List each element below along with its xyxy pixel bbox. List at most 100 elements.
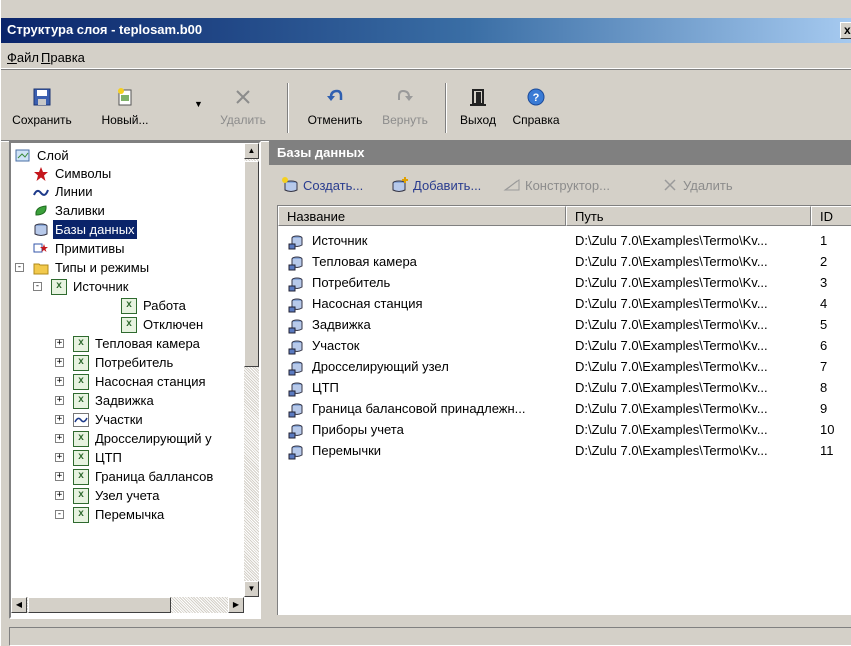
save-label: Сохранить — [12, 113, 72, 127]
database-icon — [288, 277, 303, 292]
tree-item-types-and-modes[interactable]: - Типы и режимы — [15, 258, 244, 277]
tree-item-valve[interactable]: + x Задвижка — [55, 391, 244, 410]
redo-button[interactable]: Вернуть — [373, 79, 437, 149]
delete-db-button[interactable]: Удалить — [661, 175, 741, 195]
tree-item-source[interactable]: - x Источник — [33, 277, 244, 296]
scroll-thumb[interactable] — [28, 597, 171, 613]
scroll-left-icon[interactable]: ◀ — [11, 597, 27, 613]
redo-label: Вернуть — [382, 113, 428, 127]
add-db-button[interactable]: Добавить... — [391, 175, 501, 195]
collapse-icon[interactable]: - — [55, 510, 64, 519]
cell-id: 1 — [820, 233, 828, 248]
tree-vertical-scrollbar[interactable]: ▲ ▼ — [244, 143, 259, 597]
tree-item-throttle-node[interactable]: + x Дросселирующий у — [55, 429, 244, 448]
menu-bar: Файл Правка — [1, 45, 851, 69]
expand-icon[interactable]: + — [55, 491, 64, 500]
expand-icon[interactable]: + — [55, 453, 64, 462]
cell-name: Тепловая камера — [312, 254, 417, 269]
fill-icon — [35, 205, 47, 216]
tree-item-metering-node[interactable]: + x Узел учета — [55, 486, 244, 505]
cell-name: Граница балансовой принадлежн... — [312, 401, 526, 416]
toolbar-separator — [287, 83, 289, 133]
help-button[interactable]: ? Справка — [505, 79, 567, 149]
object-type-icon: x — [73, 336, 89, 352]
databases-toolbar: Создать... Добавить... Конструктор... Уд… — [269, 170, 851, 200]
scroll-up-icon[interactable]: ▲ — [244, 143, 259, 159]
new-document-icon — [118, 88, 132, 106]
designer-button[interactable]: Конструктор... — [503, 175, 633, 195]
table-row[interactable]: Потребитель D:\Zulu 7.0\Examples\Termo\Kv… — [278, 273, 851, 293]
help-label: Справка — [512, 113, 560, 127]
undo-button[interactable]: Отменить — [299, 79, 371, 149]
table-row[interactable]: Тепловая камера D:\Zulu 7.0\Examples\Term… — [278, 252, 851, 272]
mode-icon: x — [121, 317, 137, 333]
delete-button[interactable]: Удалить — [207, 79, 279, 149]
table-row[interactable]: Задвижка D:\Zulu 7.0\Examples\Termo\Kv...… — [278, 315, 851, 335]
cell-name: Перемычки — [312, 443, 382, 458]
cell-path: D:\Zulu 7.0\Examples\Termo\Kv... — [575, 401, 768, 416]
cell-id: 8 — [820, 380, 828, 395]
expand-icon[interactable]: + — [55, 396, 64, 405]
column-header-path[interactable]: Путь — [566, 206, 811, 226]
new-dropdown-button[interactable]: ▼ — [189, 79, 207, 149]
create-database-icon — [282, 177, 298, 192]
cell-path: D:\Zulu 7.0\Examples\Termo\Kv... — [575, 317, 768, 332]
table-row[interactable]: Приборы учета D:\Zulu 7.0\Examples\Termo\… — [278, 420, 851, 440]
collapse-icon[interactable]: - — [15, 263, 24, 272]
expand-icon[interactable]: + — [55, 434, 64, 443]
tree-item-consumer[interactable]: + x Потребитель — [55, 353, 244, 372]
expand-icon[interactable]: + — [55, 472, 64, 481]
cell-name: Участок — [312, 338, 360, 353]
exit-button[interactable]: Выход — [451, 79, 505, 149]
tree-horizontal-scrollbar[interactable]: ◀ ▶ — [11, 597, 244, 613]
primitives-icon — [33, 243, 48, 253]
scroll-right-icon[interactable]: ▶ — [228, 597, 244, 613]
delete-label: Удалить — [220, 113, 266, 127]
table-row[interactable]: Дросселирующий узел D:\Zulu 7.0\Examples\… — [278, 357, 851, 377]
expand-icon[interactable]: + — [55, 358, 64, 367]
expand-icon[interactable]: + — [55, 339, 64, 348]
tree-item-ctp[interactable]: + x ЦТП — [55, 448, 244, 467]
layer-icon — [15, 149, 30, 162]
object-type-icon: x — [73, 393, 89, 409]
object-type-icon: x — [73, 488, 89, 504]
menu-file[interactable]: Файл — [7, 50, 39, 65]
close-button[interactable]: x — [840, 22, 851, 39]
layer-structure-window: Структура слоя - teplosam.b00 x Файл Пра… — [0, 0, 851, 646]
tree-item-jumper[interactable]: - x Перемычка — [55, 505, 244, 524]
tree-item-balance-border[interactable]: + x Граница баллансов — [55, 467, 244, 486]
cell-name: Насосная станция — [312, 296, 423, 311]
object-type-icon: x — [73, 374, 89, 390]
expand-icon[interactable]: + — [55, 415, 64, 424]
table-row[interactable]: ЦТП D:\Zulu 7.0\Examples\Termo\Kv... 8 — [278, 378, 851, 398]
object-type-icon: x — [73, 469, 89, 485]
table-row[interactable]: Перемычки D:\Zulu 7.0\Examples\Termo\Kv..… — [278, 441, 851, 461]
expand-icon[interactable]: + — [55, 377, 64, 386]
menu-edit[interactable]: Правка — [41, 50, 85, 65]
object-type-icon: x — [73, 431, 89, 447]
table-row[interactable]: Источник D:\Zulu 7.0\Examples\Termo\Kv...… — [278, 231, 851, 251]
cell-name: ЦТП — [312, 380, 339, 395]
table-row[interactable]: Насосная станция D:\Zulu 7.0\Examples\Ter… — [278, 294, 851, 314]
scroll-down-icon[interactable]: ▼ — [244, 581, 259, 597]
cell-path: D:\Zulu 7.0\Examples\Termo\Kv... — [575, 233, 768, 248]
menu-divider — [1, 69, 851, 70]
collapse-icon[interactable]: - — [33, 282, 42, 291]
table-row[interactable]: Граница балансовой принадлежн... D:\Zulu … — [278, 399, 851, 419]
object-type-icon: x — [73, 355, 89, 371]
cell-name: Потребитель — [312, 275, 391, 290]
column-header-name[interactable]: Название — [278, 206, 566, 226]
table-row[interactable]: Участок D:\Zulu 7.0\Examples\Termo\Kv... 6 — [278, 336, 851, 356]
scroll-thumb[interactable] — [244, 161, 259, 367]
new-button[interactable]: Новый... — [85, 79, 165, 149]
delete-x-icon — [236, 90, 250, 104]
database-icon — [34, 223, 48, 236]
tree-item-pump-station[interactable]: + x Насосная станция — [55, 372, 244, 391]
tree-item-heat-chamber[interactable]: + x Тепловая камера — [55, 334, 244, 353]
cell-id: 4 — [820, 296, 828, 311]
cell-path: D:\Zulu 7.0\Examples\Termo\Kv... — [575, 296, 768, 311]
tree-item-sections[interactable]: + Участки — [55, 410, 244, 429]
save-button[interactable]: Сохранить — [3, 79, 81, 149]
create-db-button[interactable]: Создать... — [281, 175, 377, 195]
column-header-id[interactable]: ID — [811, 206, 851, 226]
